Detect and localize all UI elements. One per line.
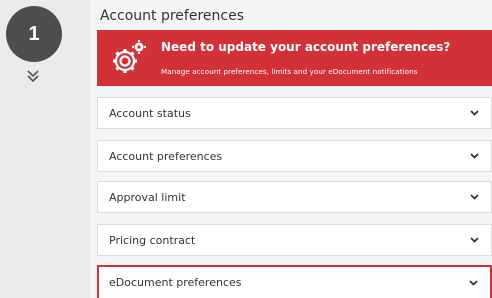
step-number-badge: 1: [6, 6, 62, 62]
gears-icon: [113, 40, 146, 73]
accordion-approval-limit[interactable]: Approval limit: [97, 181, 492, 213]
accordion-pricing-contract[interactable]: Pricing contract: [97, 224, 492, 256]
double-chevron-down-icon[interactable]: [25, 68, 41, 84]
chevron-down-icon: [470, 237, 479, 243]
banner-title: Need to update your account preferences?: [161, 40, 451, 54]
step-rail: 1: [0, 0, 86, 298]
section-title: Account preferences: [100, 8, 245, 24]
accordion-label: Approval limit: [109, 190, 186, 204]
accordion-account-preferences[interactable]: Account preferences: [97, 140, 492, 172]
chevron-down-icon: [470, 110, 479, 116]
chevron-down-icon: [470, 194, 479, 200]
info-banner: Need to update your account preferences?…: [97, 30, 492, 86]
accordion-account-status[interactable]: Account status: [97, 97, 492, 129]
accordion-label: Pricing contract: [109, 233, 196, 247]
account-preferences-panel: Account preferences Need to update your …: [90, 0, 492, 298]
accordion-label: Account status: [109, 106, 191, 120]
chevron-down-icon: [470, 153, 479, 159]
banner-subtitle: Manage account preferences, limits and y…: [161, 67, 418, 76]
accordion-label: eDocument preferences: [109, 276, 242, 289]
accordion-edocument-preferences[interactable]: eDocument preferences: [97, 265, 492, 298]
accordion-label: Account preferences: [109, 149, 223, 163]
chevron-down-icon: [469, 279, 478, 286]
